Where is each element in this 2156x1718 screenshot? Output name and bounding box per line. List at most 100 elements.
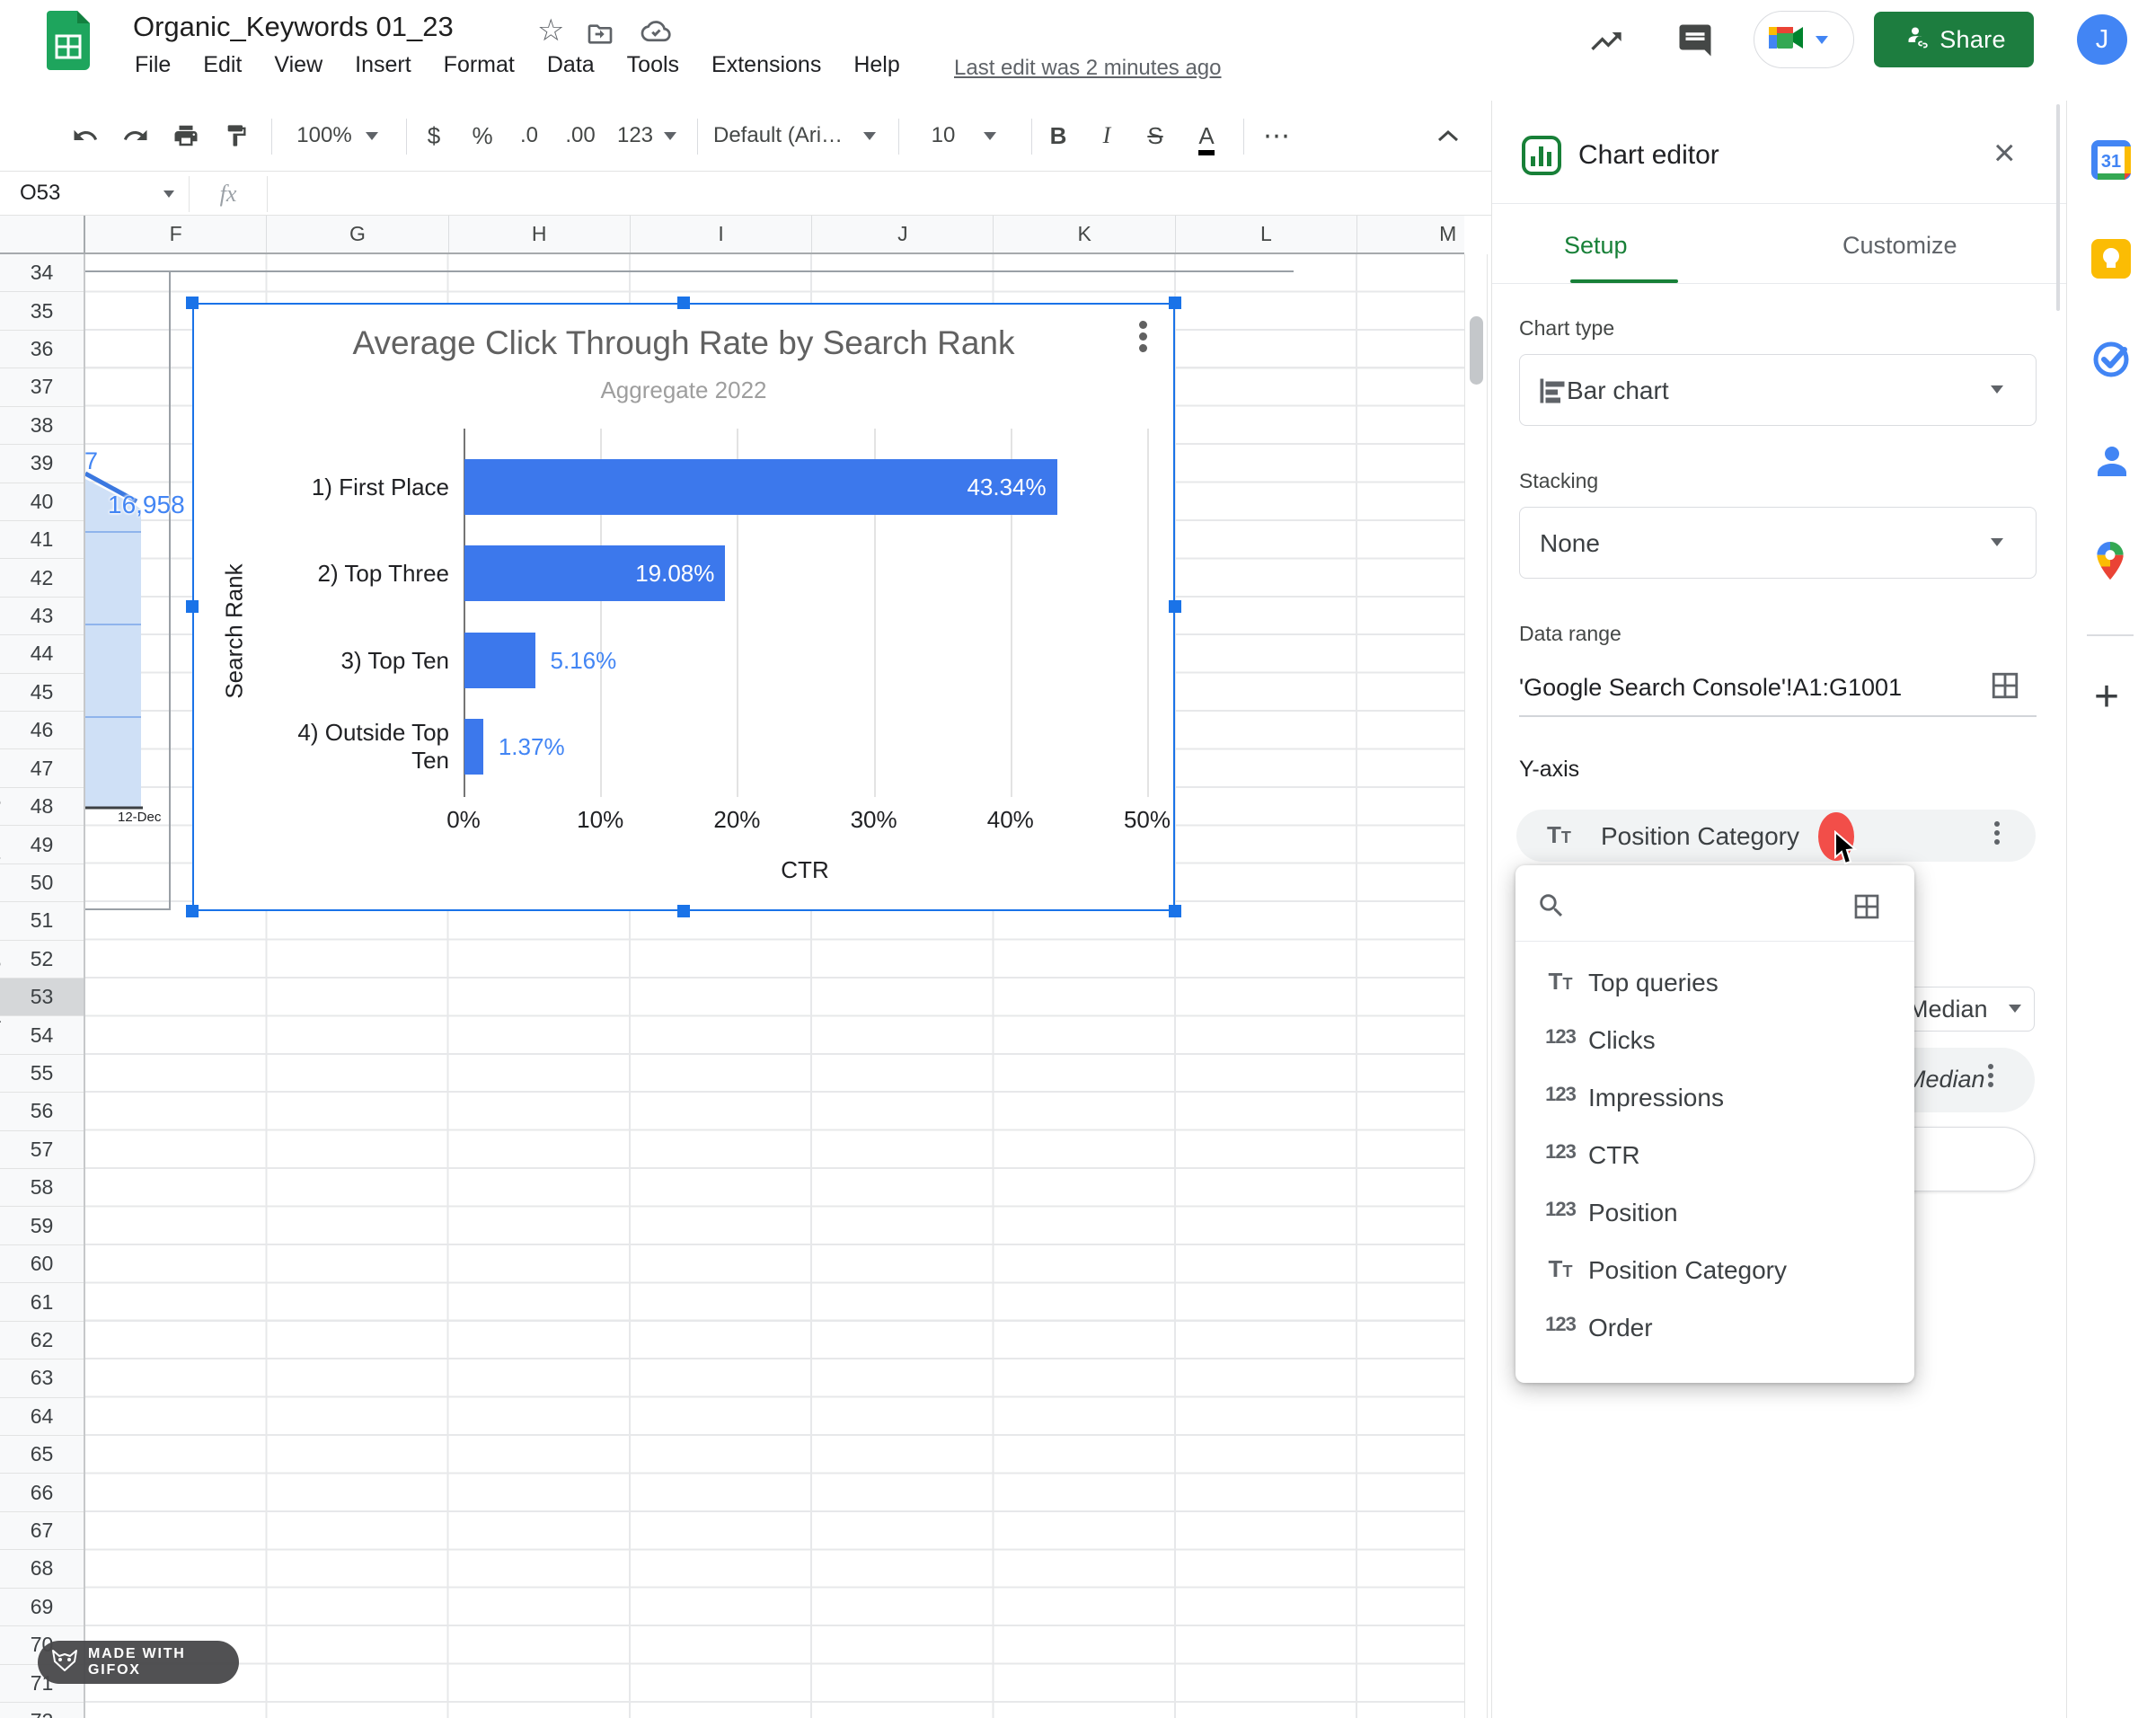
more-formats-caret-icon[interactable]: [659, 101, 681, 171]
row-header-61[interactable]: 61: [0, 1283, 84, 1322]
row-header-52[interactable]: 52: [0, 940, 84, 979]
row-header-42[interactable]: 42: [0, 559, 84, 598]
selection-handle-ne[interactable]: [1169, 297, 1181, 309]
fx-area[interactable]: fx: [189, 176, 268, 212]
chart-bar-1[interactable]: 43.34%: [464, 459, 1057, 515]
move-to-folder-icon[interactable]: [586, 20, 614, 53]
row-header-39[interactable]: 39: [0, 445, 84, 483]
row-header-65[interactable]: 65: [0, 1436, 84, 1474]
menu-extensions[interactable]: Extensions: [711, 52, 821, 78]
document-title[interactable]: Organic_Keywords 01_23: [133, 11, 454, 43]
font-size-caret-icon[interactable]: [979, 101, 1001, 171]
menu-item-position-category[interactable]: TT Position Category: [1515, 1243, 1914, 1300]
menu-item-position[interactable]: 123 Position: [1515, 1185, 1914, 1243]
bold-button[interactable]: B: [1038, 101, 1078, 171]
selection-handle-s[interactable]: [677, 905, 690, 917]
row-header-72[interactable]: 72: [0, 1702, 84, 1718]
menu-help[interactable]: Help: [853, 52, 899, 78]
selection-handle-n[interactable]: [677, 297, 690, 309]
print-button[interactable]: [163, 101, 208, 171]
menu-file[interactable]: File: [135, 52, 171, 78]
tab-setup[interactable]: Setup: [1564, 232, 1628, 260]
y-axis-kebab-icon[interactable]: [1994, 818, 2000, 848]
select-data-range-icon[interactable]: [1990, 670, 2020, 705]
row-header-41[interactable]: 41: [0, 520, 84, 560]
menu-item-clicks[interactable]: 123 Clicks: [1515, 1013, 1914, 1070]
menu-edit[interactable]: Edit: [203, 52, 242, 78]
name-box[interactable]: O53: [20, 181, 60, 206]
menu-item-top-queries[interactable]: TT Top queries: [1515, 955, 1914, 1013]
chart-bar-3[interactable]: [464, 633, 535, 688]
star-icon[interactable]: ☆: [537, 13, 564, 49]
font-size-select[interactable]: 10: [918, 101, 968, 171]
row-header-57[interactable]: 57: [0, 1130, 84, 1170]
tasks-icon[interactable]: [2090, 338, 2132, 384]
row-header-51[interactable]: 51: [0, 902, 84, 941]
row-header-34[interactable]: 34: [0, 254, 84, 293]
row-header-45[interactable]: 45: [0, 673, 84, 713]
grid-range-icon[interactable]: [1852, 892, 1881, 925]
decrease-decimal-button[interactable]: .0: [508, 101, 550, 171]
font-caret-icon[interactable]: [859, 101, 880, 171]
row-header-66[interactable]: 66: [0, 1474, 84, 1512]
collapse-toolbar-icon[interactable]: [1428, 101, 1468, 171]
chart-type-select[interactable]: Bar chart: [1519, 354, 2037, 426]
maps-icon[interactable]: [2090, 540, 2130, 588]
panel-scrollbar-thumb[interactable]: [2056, 104, 2060, 311]
redo-button[interactable]: [113, 101, 158, 171]
row-header-47[interactable]: 47: [0, 749, 84, 788]
grid-scrollbar-thumb[interactable]: [1470, 316, 1483, 385]
row-header-40[interactable]: 40: [0, 483, 84, 521]
comment-icon[interactable]: [1676, 22, 1714, 64]
column-header-J[interactable]: J: [812, 216, 994, 252]
row-header-67[interactable]: 67: [0, 1511, 84, 1551]
calendar-icon[interactable]: 31: [2090, 139, 2132, 185]
column-header-L[interactable]: L: [1176, 216, 1358, 252]
menu-format[interactable]: Format: [444, 52, 515, 78]
column-header-K[interactable]: K: [994, 216, 1176, 252]
add-addon-plus-icon[interactable]: +: [2094, 672, 2119, 722]
zoom-caret-icon[interactable]: [361, 101, 383, 171]
row-header-35[interactable]: 35: [0, 292, 84, 331]
selection-handle-e[interactable]: [1169, 600, 1181, 613]
selected-bar-chart[interactable]: Average Click Through Rate by Search Ran…: [192, 303, 1175, 911]
paint-format-button[interactable]: [214, 101, 259, 171]
share-button[interactable]: Share: [1874, 12, 2034, 67]
column-header-H[interactable]: H: [449, 216, 631, 252]
strikethrough-button[interactable]: S: [1135, 101, 1175, 171]
selection-handle-w[interactable]: [186, 600, 199, 613]
more-formats-button[interactable]: 123: [609, 101, 661, 171]
chart-options-kebab-icon[interactable]: [1139, 317, 1147, 356]
text-color-button[interactable]: A: [1186, 101, 1227, 171]
row-headers[interactable]: 34 35 36 37 38 39 40 41 42 43 44 45 46 47 48 49 50 51 52 53…: [0, 254, 85, 1718]
selection-handle-sw[interactable]: [186, 905, 199, 917]
insights-trending-icon[interactable]: [1588, 23, 1624, 64]
close-icon[interactable]: ×: [1993, 131, 2016, 174]
grid-vertical-scrollbar[interactable]: [1464, 254, 1488, 1718]
column-header-F[interactable]: F: [85, 216, 268, 252]
format-percent-button[interactable]: %: [462, 101, 503, 171]
menu-insert[interactable]: Insert: [355, 52, 411, 78]
menu-item-order[interactable]: 123 Order: [1515, 1300, 1914, 1358]
menu-tools[interactable]: Tools: [627, 52, 679, 78]
row-header-58[interactable]: 58: [0, 1169, 84, 1208]
sheets-logo-icon[interactable]: [47, 11, 90, 75]
row-header-36[interactable]: 36: [0, 330, 84, 369]
menu-data[interactable]: Data: [547, 52, 595, 78]
row-header-53[interactable]: 53: [0, 978, 84, 1017]
increase-decimal-button[interactable]: .00: [557, 101, 604, 171]
menu-item-impressions[interactable]: 123 Impressions: [1515, 1070, 1914, 1128]
undo-button[interactable]: [63, 101, 108, 171]
row-header-54[interactable]: 54: [0, 1016, 84, 1055]
row-header-62[interactable]: 62: [0, 1321, 84, 1360]
last-edit-link[interactable]: Last edit was 2 minutes ago: [954, 56, 1222, 81]
chart-bar-4[interactable]: [464, 719, 483, 775]
selection-handle-nw[interactable]: [186, 297, 199, 309]
row-header-49[interactable]: 49: [0, 826, 84, 864]
y-axis-field-chip[interactable]: TT Position Category: [1516, 810, 2036, 862]
row-header-56[interactable]: 56: [0, 1093, 84, 1131]
row-header-64[interactable]: 64: [0, 1397, 84, 1436]
meet-button[interactable]: [1754, 11, 1854, 68]
row-header-55[interactable]: 55: [0, 1054, 84, 1094]
row-header-37[interactable]: 37: [0, 368, 84, 407]
